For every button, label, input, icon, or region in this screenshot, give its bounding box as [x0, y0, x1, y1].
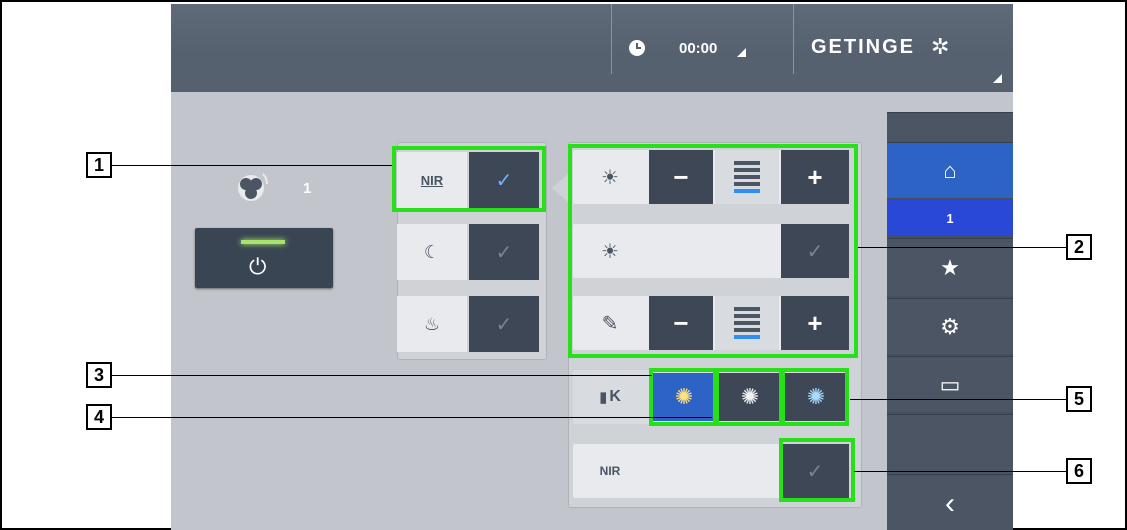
lamp-number-label: 1 — [303, 180, 312, 197]
callout-4: 4 — [86, 404, 112, 430]
moon-icon[interactable]: ☾ — [397, 224, 467, 280]
mode-row-nir: NIR ✓ — [397, 152, 541, 208]
right-sidebar: ⌂ 1 ★ ⚙ ▭ ‹ — [887, 112, 1013, 530]
callout-6: 6 — [1066, 458, 1092, 484]
illumination-plus-button[interactable]: + — [781, 150, 849, 204]
nir-mode-icon[interactable]: NIR — [397, 152, 467, 208]
mode-row-ambient: ♨ ✓ — [397, 296, 541, 352]
auto-illumination-row: ☀ ✓ — [573, 224, 849, 278]
callout-4-leader — [112, 417, 712, 418]
callout-6-leader — [854, 471, 1066, 472]
ambient-mode-checkbox[interactable]: ✓ — [469, 296, 539, 352]
focus-icon: ✎ — [601, 312, 619, 335]
sun-icon: ☀ — [601, 166, 619, 189]
mode-row-night: ☾ ✓ — [397, 224, 541, 280]
nir-light-checkbox[interactable]: ✓ — [781, 444, 849, 498]
callout-1-leader — [112, 165, 392, 166]
brand-menu-arrow-icon[interactable] — [993, 74, 1002, 83]
color-temperature-row: ▮ K ✺ ✺ ✺ — [573, 370, 849, 424]
panel-pointer — [552, 174, 568, 202]
brand-logo-icon: ✲ — [931, 34, 950, 59]
neutral-light-bulb-icon[interactable]: ✺ — [719, 373, 781, 421]
surgical-lamp-icon — [238, 173, 269, 201]
illumination-minus-button[interactable]: − — [649, 150, 713, 204]
clock-menu-arrow-icon[interactable] — [737, 48, 746, 57]
figure-frame: 00:00 GETINGE ✲ 1 ⏻ NIR ✓ ☾ ✓ ♨ ✓ ☀ − + … — [0, 0, 1127, 530]
clock-icon — [629, 40, 645, 56]
home-icon[interactable]: ⌂ — [887, 142, 1013, 198]
sidebar-spacer — [887, 112, 1013, 142]
power-button[interactable]: ⏻ — [195, 228, 333, 288]
nir-mode-label: NIR — [420, 172, 444, 188]
top-bar: 00:00 GETINGE ✲ — [171, 4, 1013, 92]
auto-illumination-checkbox[interactable]: ✓ — [781, 224, 849, 278]
callout-2-leader — [858, 247, 1066, 248]
thermometer-icon: ▮ K — [599, 388, 621, 406]
kelvin-label: K — [609, 388, 621, 405]
warm-light-bulb-icon[interactable]: ✺ — [653, 373, 715, 421]
top-bar-band — [171, 56, 1013, 92]
callout-3: 3 — [86, 362, 112, 388]
cool-light-bulb-icon[interactable]: ✺ — [785, 373, 847, 421]
nir-light-icon: NIR — [573, 444, 647, 498]
sun-level-icon: ☀ — [601, 240, 619, 263]
clock-time[interactable]: 00:00 — [679, 40, 717, 57]
back-arrow-icon[interactable]: ‹ — [887, 474, 1013, 530]
nir-mode-checkbox[interactable]: ✓ — [469, 152, 539, 208]
separator — [793, 4, 794, 74]
night-mode-checkbox[interactable]: ✓ — [469, 224, 539, 280]
battery-icon[interactable]: ▭ — [887, 356, 1013, 412]
sidebar-item-lamp-1[interactable]: 1 — [887, 200, 1013, 236]
callout-5: 5 — [1066, 386, 1092, 412]
focus-level-indicator — [715, 296, 779, 350]
callout-5-leader — [850, 399, 1066, 400]
sidebar-spacer-2 — [887, 414, 1013, 474]
nir-light-label: NIR — [599, 464, 621, 478]
illumination-level-indicator — [715, 150, 779, 204]
callout-1: 1 — [86, 152, 112, 178]
power-icon: ⏻ — [249, 254, 267, 279]
illumination-row: ☀ − + — [573, 150, 849, 204]
power-led-indicator — [241, 240, 285, 244]
focus-row: ✎ − + — [573, 296, 849, 350]
callout-3-leader — [112, 375, 652, 376]
focus-plus-button[interactable]: + — [781, 296, 849, 350]
device-screen: 00:00 GETINGE ✲ 1 ⏻ NIR ✓ ☾ ✓ ♨ ✓ ☀ − + … — [171, 4, 1013, 530]
gear-icon[interactable]: ⚙ — [887, 298, 1013, 354]
separator — [611, 4, 612, 74]
ambient-light-icon[interactable]: ♨ — [397, 296, 467, 352]
brand-name: GETINGE — [811, 36, 916, 58]
focus-minus-button[interactable]: − — [649, 296, 713, 350]
callout-2: 2 — [1066, 234, 1092, 260]
nir-light-row: NIR ✓ — [573, 444, 849, 498]
